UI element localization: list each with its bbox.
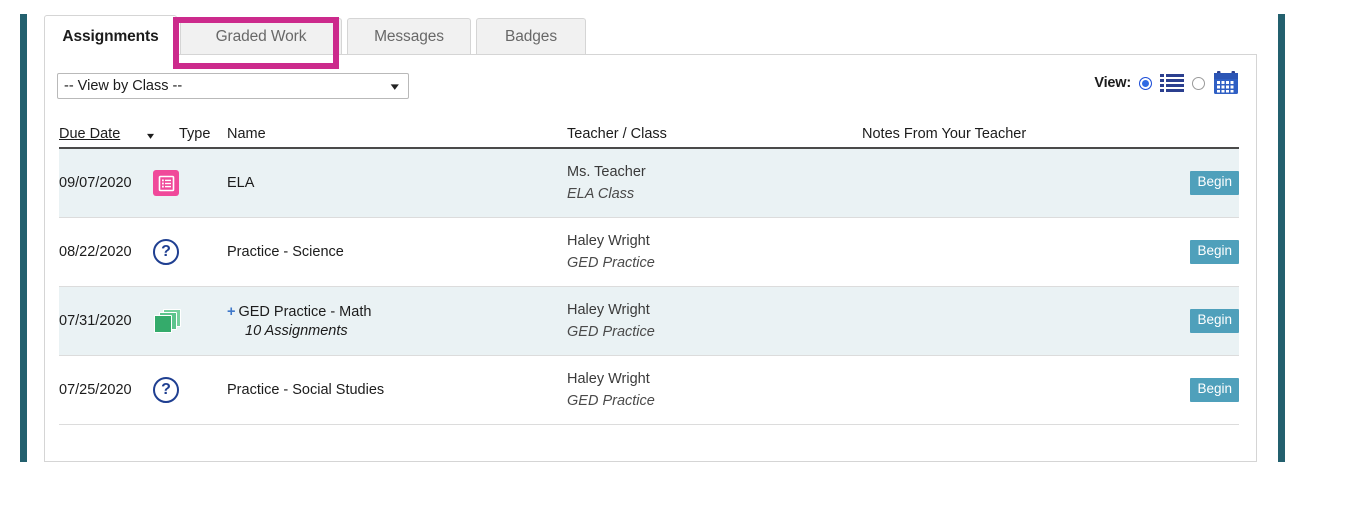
cell-action: Begin <box>1179 309 1239 333</box>
cell-action: Begin <box>1179 240 1239 264</box>
calendar-view-radio[interactable] <box>1192 76 1205 90</box>
left-page-rail <box>20 14 27 462</box>
tab-badges-label: Badges <box>505 27 557 45</box>
cell-teacher-class: Haley Wright GED Practice <box>567 299 862 344</box>
class-name: GED Practice <box>567 393 655 409</box>
assignment-name[interactable]: GED Practice - Math <box>238 304 371 320</box>
tab-assignments-label: Assignments <box>62 27 159 45</box>
class-name: GED Practice <box>567 255 655 271</box>
toolbar: -- View by Class -- ▾ View: <box>45 55 1256 117</box>
begin-button[interactable]: Begin <box>1190 240 1239 264</box>
tab-content-panel: -- View by Class -- ▾ View: Due Date ▾ T… <box>44 55 1257 462</box>
begin-button[interactable]: Begin <box>1190 309 1239 333</box>
table-row[interactable]: 08/22/2020 ? Practice - Science Haley Wr… <box>59 218 1239 286</box>
calendar-view-icon[interactable] <box>1213 71 1239 95</box>
cell-due-date: 08/22/2020 <box>59 244 132 260</box>
tab-bar: Assignments Graded Work Messages Badges <box>44 14 1257 69</box>
cell-due-date: 07/31/2020 <box>59 313 132 329</box>
cell-teacher-class: Haley Wright GED Practice <box>567 368 862 413</box>
cell-name: + GED Practice - Math 10 Assignments <box>227 304 567 339</box>
table-row[interactable]: 09/07/2020 ELA Ms. Teacher ELA Class Beg… <box>59 149 1239 217</box>
cell-action: Begin <box>1179 378 1239 402</box>
stacked-cards-icon <box>153 307 183 335</box>
teacher-name: Haley Wright <box>567 301 650 318</box>
cell-name: Practice - Science <box>227 244 567 260</box>
tab-assignments[interactable]: Assignments <box>44 15 177 57</box>
question-mark-icon: ? <box>153 377 179 403</box>
view-label: View: <box>1094 75 1131 91</box>
assignment-count-label: 10 Assignments <box>245 322 348 339</box>
column-header-name[interactable]: Name <box>227 126 567 147</box>
tab-messages[interactable]: Messages <box>347 18 471 54</box>
sort-descending-caret-icon[interactable]: ▾ <box>147 131 192 147</box>
column-header-teacher-class[interactable]: Teacher / Class <box>567 126 862 147</box>
list-view-icon[interactable] <box>1160 73 1184 93</box>
cell-name: Practice - Social Studies <box>227 382 567 398</box>
assignment-name[interactable]: Practice - Social Studies <box>227 382 384 398</box>
chevron-down-icon: ▾ <box>391 80 400 93</box>
column-header-due-date[interactable]: Due Date <box>59 126 147 147</box>
tab-badges[interactable]: Badges <box>476 18 586 54</box>
cell-type <box>147 170 227 196</box>
assignments-table: Due Date ▾ Type Name Teacher / Class Not… <box>59 117 1239 425</box>
cell-type: ? <box>147 377 227 403</box>
assignment-name[interactable]: ELA <box>227 175 254 191</box>
cell-teacher-class: Haley Wright GED Practice <box>567 230 862 275</box>
class-name: ELA Class <box>567 186 635 202</box>
begin-button[interactable]: Begin <box>1190 378 1239 402</box>
expand-group-icon[interactable]: + <box>227 304 235 320</box>
table-row[interactable]: 07/31/2020 + GED Practice - Math 10 Assig… <box>59 287 1239 355</box>
cell-type: ? <box>147 239 227 265</box>
cell-due-date: 07/25/2020 <box>59 382 132 398</box>
view-controls: View: <box>1094 71 1239 95</box>
cell-due-date: 09/07/2020 <box>59 175 132 191</box>
list-view-radio[interactable] <box>1139 76 1152 90</box>
assignments-panel: Assignments Graded Work Messages Badges … <box>43 14 1257 462</box>
list-document-icon <box>153 170 179 196</box>
cell-teacher-class: Ms. Teacher ELA Class <box>567 161 862 206</box>
begin-button[interactable]: Begin <box>1190 171 1239 195</box>
tab-graded-work-label: Graded Work <box>215 27 307 45</box>
table-row[interactable]: 07/25/2020 ? Practice - Social Studies H… <box>59 356 1239 424</box>
teacher-name: Ms. Teacher <box>567 163 646 180</box>
row-separator <box>59 424 1239 425</box>
right-page-rail <box>1278 14 1285 462</box>
teacher-name: Haley Wright <box>567 232 650 249</box>
column-header-notes[interactable]: Notes From Your Teacher <box>862 126 1239 147</box>
assignment-name[interactable]: Practice - Science <box>227 244 344 260</box>
cell-type <box>147 307 227 335</box>
tab-bar-underline <box>44 54 1257 55</box>
table-header-row: Due Date ▾ Type Name Teacher / Class Not… <box>59 117 1239 149</box>
question-mark-icon: ? <box>153 239 179 265</box>
teacher-name: Haley Wright <box>567 370 650 387</box>
cell-name: ELA <box>227 175 567 191</box>
class-name: GED Practice <box>567 324 655 340</box>
view-by-class-select[interactable]: -- View by Class -- ▾ <box>57 73 409 99</box>
view-by-class-value: -- View by Class -- <box>64 78 183 94</box>
tab-messages-label: Messages <box>374 27 444 45</box>
tab-graded-work[interactable]: Graded Work <box>180 18 342 54</box>
cell-action: Begin <box>1179 171 1239 195</box>
